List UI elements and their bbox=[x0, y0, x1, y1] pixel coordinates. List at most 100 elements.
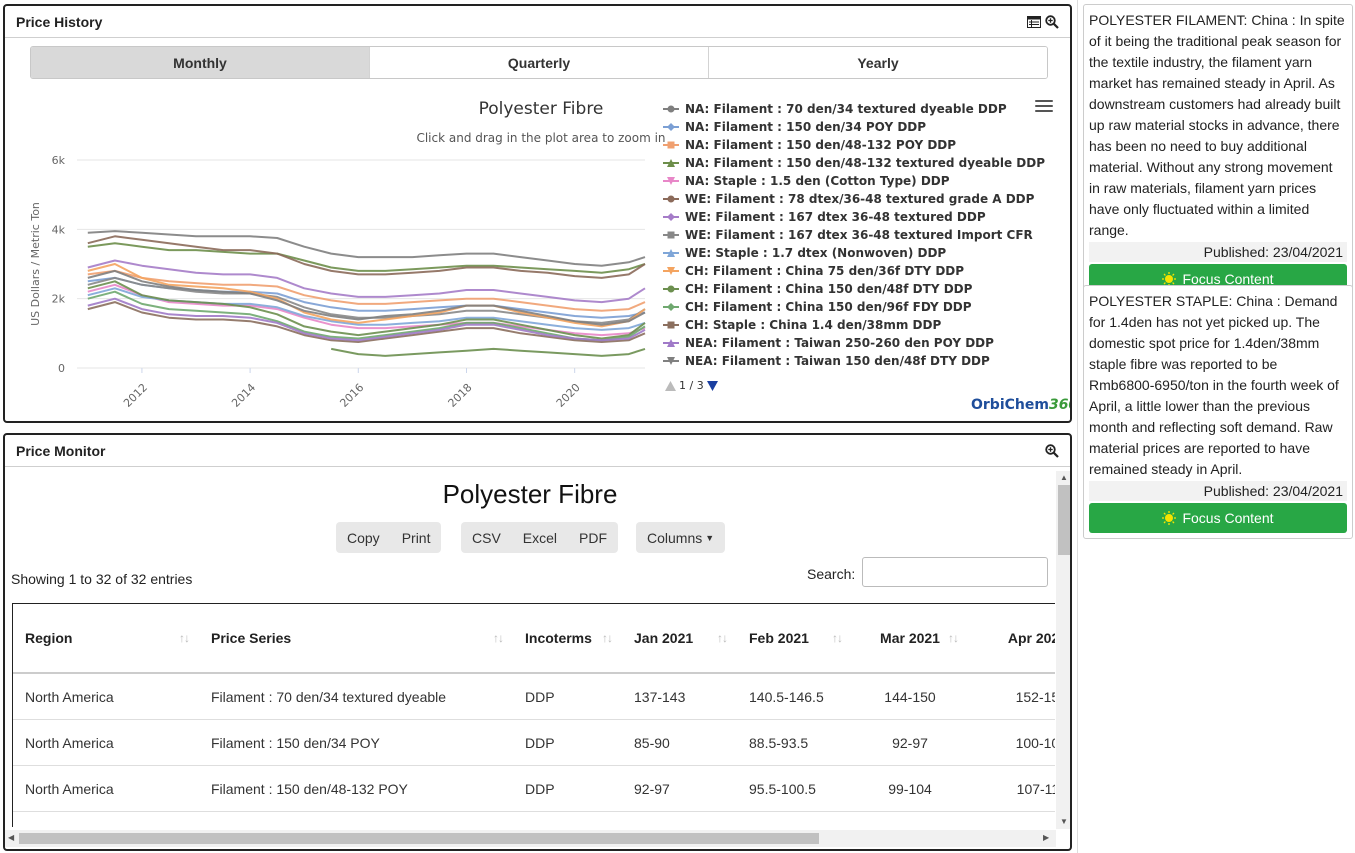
legend-marker-icon bbox=[663, 231, 679, 239]
news-text: POLYESTER FILAMENT: China : In spite of … bbox=[1089, 12, 1345, 238]
columns-button[interactable]: Columns ▼ bbox=[636, 522, 725, 553]
search-input[interactable] bbox=[862, 557, 1048, 587]
legend-item[interactable]: CH: Staple : China 1.4 den/38mm DDP bbox=[663, 316, 1033, 334]
legend-marker-icon bbox=[663, 339, 679, 347]
print-button[interactable]: Print bbox=[391, 522, 442, 553]
published-date: Published: 23/04/2021 bbox=[1089, 481, 1347, 501]
table-icon[interactable] bbox=[1027, 15, 1041, 28]
horizontal-scrollbar[interactable]: ◀ ▶ bbox=[5, 830, 1056, 847]
scroll-thumb[interactable] bbox=[19, 833, 819, 844]
legend-item[interactable]: NEA: Filament : Taiwan 250-260 den POY D… bbox=[663, 334, 1033, 352]
scroll-right-icon[interactable]: ▶ bbox=[1043, 833, 1049, 842]
legend-item[interactable]: NA: Filament : 150 den/48-132 POY DDP bbox=[663, 136, 1033, 154]
cell-apr-2021: 100-105 bbox=[968, 719, 1055, 766]
column-header-feb-2021[interactable]: Feb 2021 ↑↓ bbox=[737, 604, 852, 674]
copy-button[interactable]: Copy bbox=[336, 522, 391, 553]
legend-marker-icon bbox=[663, 105, 679, 113]
column-header-price-series[interactable]: Price Series ↑↓ bbox=[199, 604, 513, 674]
news-card: POLYESTER STAPLE: China : Demand for 1.4… bbox=[1083, 285, 1353, 539]
legend-marker-icon bbox=[663, 267, 679, 275]
legend-item[interactable]: WE: Filament : 78 dtex/36-48 textured gr… bbox=[663, 190, 1034, 208]
scroll-thumb[interactable] bbox=[1058, 485, 1070, 555]
series-line bbox=[87, 230, 646, 267]
price-chart[interactable]: Polyester Fibre Click and drag in the plo… bbox=[5, 78, 665, 408]
legend-item[interactable]: WE: Filament : 167 dtex 36-48 textured I… bbox=[663, 226, 1033, 244]
zoom-icon[interactable] bbox=[1045, 443, 1059, 458]
zoom-icon[interactable] bbox=[1045, 14, 1059, 29]
cell-region: North America bbox=[13, 719, 199, 766]
y-tick-label: 6k bbox=[52, 154, 66, 167]
table-row[interactable]: North America Filament : 150 den/48-132 … bbox=[13, 765, 1055, 812]
pager-down-icon[interactable] bbox=[706, 380, 718, 391]
x-tick-label: 2016 bbox=[337, 381, 366, 408]
vertical-scrollbar[interactable]: ▲ ▼ bbox=[1056, 471, 1070, 829]
column-divider bbox=[1077, 0, 1078, 853]
table-title: Polyester Fibre bbox=[442, 479, 618, 509]
csv-button[interactable]: CSV bbox=[461, 522, 512, 553]
cell-jan-2021: 85-90 bbox=[622, 719, 737, 766]
column-header-mar-2021[interactable]: Mar 2021 ↑↓ bbox=[852, 604, 968, 674]
series-line bbox=[87, 269, 646, 312]
table-header-row: Region ↑↓ Price Series ↑↓ Incoterms ↑↓ Jan … bbox=[13, 604, 1055, 674]
columns-dropdown[interactable]: Columns ▼ bbox=[636, 522, 726, 553]
x-tick-label: 2020 bbox=[554, 381, 583, 408]
tab-yearly[interactable]: Yearly bbox=[709, 47, 1047, 78]
cell-jan-2021: 137-143 bbox=[622, 673, 737, 720]
legend-item[interactable]: NA: Filament : 150 den/48-132 textured d… bbox=[663, 154, 1045, 172]
legend-item[interactable]: NA: Filament : 150 den/34 POY DDP bbox=[663, 118, 1033, 136]
column-label: Mar 2021 bbox=[880, 630, 940, 646]
legend-item[interactable]: CH: Filament : China 75 den/36f DTY DDP bbox=[663, 262, 1033, 280]
chart-credit-logo[interactable]: OrbiChem360 bbox=[971, 397, 1070, 413]
columns-label: Columns bbox=[647, 529, 703, 546]
table-row[interactable]: North America Filament : 150 den/48-132 … bbox=[13, 811, 1055, 827]
credit-num: 360 bbox=[1048, 397, 1070, 413]
cell-incoterms: DDP bbox=[513, 811, 622, 827]
column-header-apr-2021[interactable]: Apr 2021 bbox=[968, 604, 1055, 674]
cell-incoterms: DDP bbox=[513, 673, 622, 720]
legend-item[interactable]: NA: Staple : 1.5 den (Cotton Type) DDP bbox=[663, 172, 1033, 190]
legend-label: CH: Staple : China 1.4 den/38mm DDP bbox=[685, 318, 942, 332]
legend-label: NA: Filament : 70 den/34 textured dyeabl… bbox=[685, 102, 1007, 116]
cell-price-series: Filament : 70 den/34 textured dyeable bbox=[199, 673, 513, 720]
scroll-up-icon[interactable]: ▲ bbox=[1060, 473, 1068, 482]
credit-text: OrbiChem bbox=[971, 397, 1049, 413]
x-tick-label: 2014 bbox=[229, 381, 258, 408]
legend-marker-icon bbox=[663, 213, 679, 221]
cell-feb-2021: 95.5-100.5 bbox=[737, 765, 852, 812]
price-history-panel: Price History Monthly Quarterly Yearly P… bbox=[3, 4, 1072, 423]
focus-content-button[interactable]: Focus Content bbox=[1089, 503, 1347, 533]
legend-marker-icon bbox=[663, 195, 679, 203]
y-tick-label: 4k bbox=[52, 223, 66, 236]
chart-menu-icon[interactable] bbox=[1035, 100, 1053, 114]
cell-region: North America bbox=[13, 765, 199, 812]
column-header-region[interactable]: Region ↑↓ bbox=[13, 604, 199, 674]
cell-jan-2021: 92-97 bbox=[622, 765, 737, 812]
legend-item[interactable]: WE: Filament : 167 dtex 36-48 textured D… bbox=[663, 208, 1033, 226]
tab-quarterly[interactable]: Quarterly bbox=[370, 47, 709, 78]
table-row[interactable]: North America Filament : 70 den/34 textu… bbox=[13, 673, 1055, 720]
pager-up-icon[interactable] bbox=[665, 380, 676, 391]
cell-region: North America bbox=[13, 673, 199, 720]
tab-monthly[interactable]: Monthly bbox=[31, 47, 370, 78]
period-tabs: Monthly Quarterly Yearly bbox=[30, 46, 1048, 79]
column-header-jan-2021[interactable]: Jan 2021 ↑↓ bbox=[622, 604, 737, 674]
excel-button[interactable]: Excel bbox=[512, 522, 568, 553]
legend-item[interactable]: CH: Filament : China 150 den/96f FDY DDP bbox=[663, 298, 1033, 316]
legend-item[interactable]: WE: Staple : 1.7 dtex (Nonwoven) DDP bbox=[663, 244, 1033, 262]
y-axis-label: US Dollars / Metric Ton bbox=[29, 202, 42, 326]
legend-item[interactable]: NEA: Filament : Taiwan 150 den/48f DTY D… bbox=[663, 352, 1033, 370]
scroll-down-icon[interactable]: ▼ bbox=[1060, 817, 1068, 826]
table-row[interactable]: North America Filament : 150 den/34 POY … bbox=[13, 719, 1055, 766]
column-label: Price Series bbox=[211, 630, 292, 646]
cell-mar-2021: 144-150 bbox=[852, 673, 968, 720]
pdf-button[interactable]: PDF bbox=[568, 522, 618, 553]
panel-header: Price Monitor bbox=[5, 435, 1070, 467]
legend-item[interactable]: CH: Filament : China 150 den/48f DTY DDP bbox=[663, 280, 1033, 298]
column-header-incoterms[interactable]: Incoterms ↑↓ bbox=[513, 604, 622, 674]
legend-marker-icon bbox=[663, 357, 679, 365]
legend-marker-icon bbox=[663, 303, 679, 311]
scroll-left-icon[interactable]: ◀ bbox=[8, 833, 14, 842]
sun-icon bbox=[1162, 511, 1177, 525]
sun-icon bbox=[1162, 272, 1177, 286]
legend-item[interactable]: NA: Filament : 70 den/34 textured dyeabl… bbox=[663, 100, 1033, 118]
